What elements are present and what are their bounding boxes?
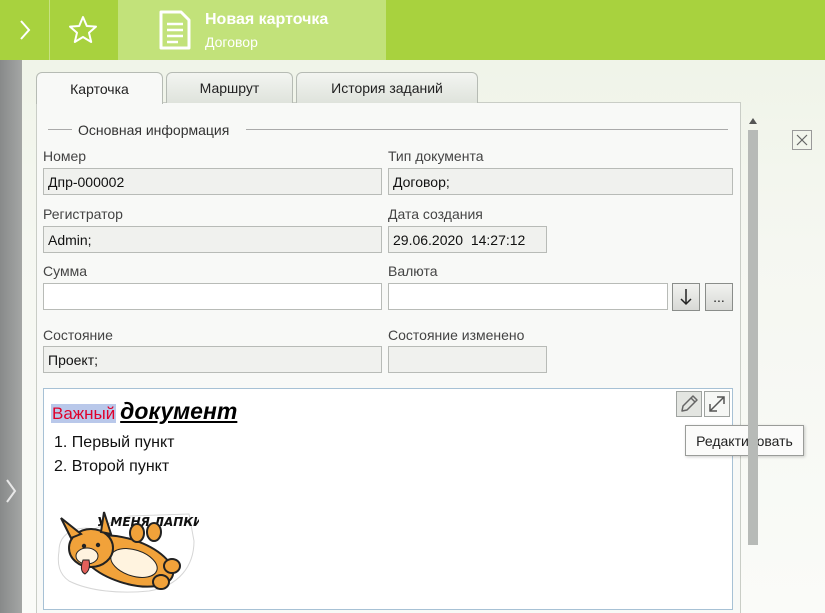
close-icon xyxy=(796,134,808,146)
document-subtitle: Договор xyxy=(205,34,258,50)
doc-type-label: Тип документа xyxy=(388,148,484,164)
rich-list: 1. Первый пункт 2. Второй пункт xyxy=(54,431,174,479)
document-tab[interactable]: Новая карточка Договор xyxy=(118,0,386,60)
doc-type-field[interactable]: Договор; xyxy=(388,168,733,195)
state-changed-label: Состояние изменено xyxy=(388,327,525,343)
triangle-up-icon xyxy=(749,118,757,124)
list-item: 2. Второй пункт xyxy=(54,458,170,475)
section-divider xyxy=(48,129,72,130)
document-icon xyxy=(159,10,191,50)
section-divider xyxy=(246,129,728,130)
number-label: Номер xyxy=(43,148,87,164)
favorite-button[interactable] xyxy=(50,0,116,60)
sum-label: Сумма xyxy=(43,263,87,279)
registrar-label: Регистратор xyxy=(43,206,123,222)
corgi-sticker-image: У МЕНЯ ЛАПКИ xyxy=(57,511,199,593)
list-item: 1. Первый пункт xyxy=(54,434,175,451)
currency-field[interactable] xyxy=(388,283,668,310)
star-icon xyxy=(69,16,97,43)
chevron-right-icon xyxy=(19,20,30,40)
arrow-down-icon xyxy=(680,289,692,306)
pencil-icon xyxy=(681,395,698,412)
currency-more-button[interactable]: ... xyxy=(705,283,733,311)
currency-label: Валюта xyxy=(388,263,438,279)
state-label: Состояние xyxy=(43,327,113,343)
expand-icon xyxy=(709,396,725,412)
state-field[interactable]: Проект; xyxy=(43,346,382,373)
created-field[interactable]: 29.06.2020 14:27:12 xyxy=(388,226,547,253)
expand-nav-button[interactable] xyxy=(0,0,50,60)
currency-select-button[interactable] xyxy=(672,283,700,311)
edit-button[interactable] xyxy=(676,391,702,417)
tab-task-history[interactable]: История заданий xyxy=(296,72,478,103)
created-label: Дата создания xyxy=(388,206,483,222)
state-changed-field[interactable] xyxy=(388,346,547,373)
document-word: документ xyxy=(120,398,238,424)
edit-tooltip: Редактировать xyxy=(685,425,804,456)
section-title: Основная информация xyxy=(78,122,230,138)
tab-route[interactable]: Маршрут xyxy=(166,72,293,103)
rich-heading: Важный документ xyxy=(51,398,237,425)
expand-button[interactable] xyxy=(704,391,730,417)
important-text: Важный xyxy=(51,404,117,423)
tab-card[interactable]: Карточка xyxy=(36,72,163,104)
scroll-up-button[interactable] xyxy=(747,116,759,126)
registrar-field[interactable]: Admin; xyxy=(43,226,382,253)
number-field[interactable]: Дпр-000002 xyxy=(43,168,382,195)
rich-text-editor[interactable]: Важный документ 1. Первый пункт 2. Второ… xyxy=(43,388,733,610)
scrollbar-thumb[interactable] xyxy=(748,130,758,545)
close-button[interactable] xyxy=(792,130,812,150)
document-title: Новая карточка xyxy=(205,11,329,28)
sum-field[interactable] xyxy=(43,283,382,310)
left-sidebar-strip[interactable] xyxy=(0,60,22,613)
top-bar: Новая карточка Договор xyxy=(0,0,825,60)
chevron-right-icon xyxy=(6,479,17,503)
